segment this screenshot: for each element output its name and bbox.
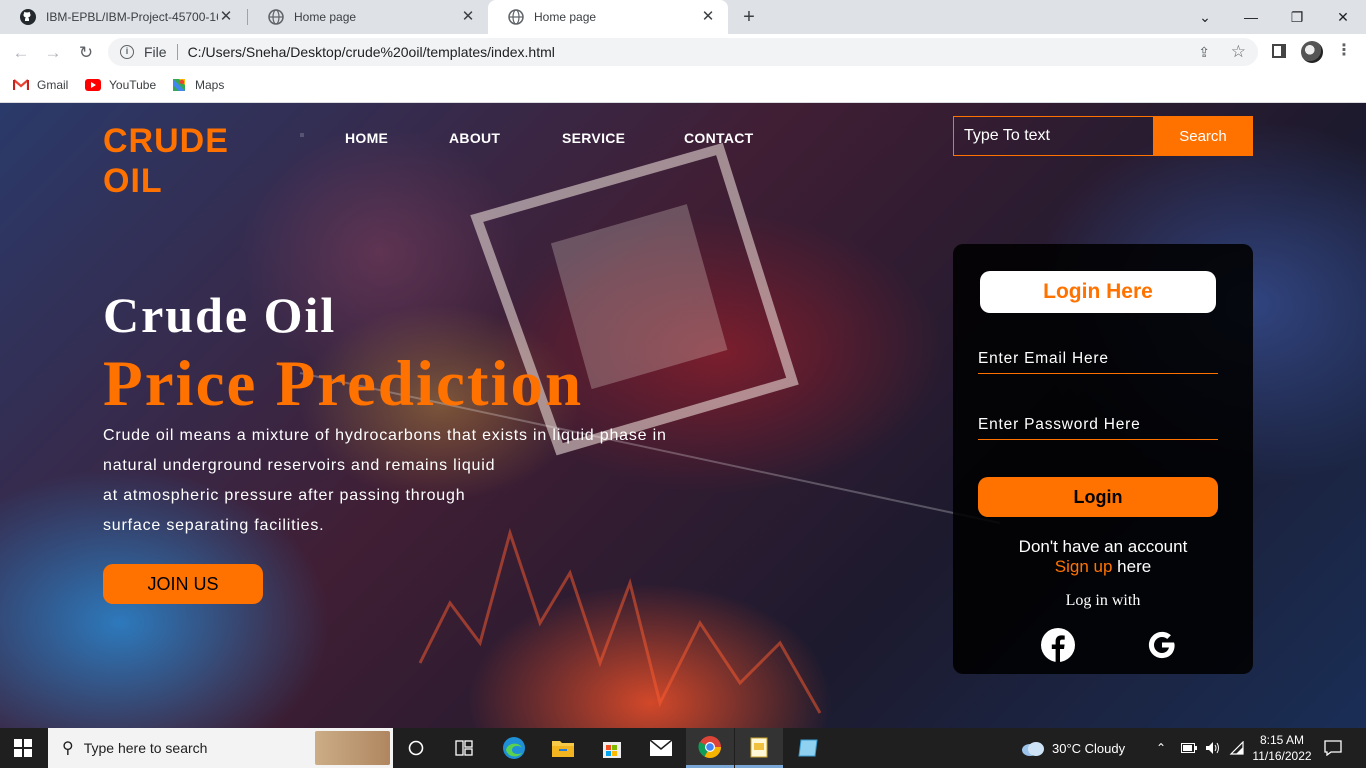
windows-start-icon[interactable] <box>14 739 32 757</box>
taskbar-search-placeholder: Type here to search <box>83 740 208 756</box>
tab-home-page[interactable]: Home page ✕ <box>248 0 488 34</box>
system-clock[interactable]: 8:15 AM 11/16/2022 <box>1248 732 1316 764</box>
signup-suffix: here <box>1112 557 1152 576</box>
wifi-icon[interactable] <box>1229 728 1245 768</box>
new-tab-button[interactable]: + <box>738 6 760 28</box>
hero-paragraph-line: natural underground reservoirs and remai… <box>103 457 496 474</box>
cloud-icon <box>1022 742 1044 756</box>
tab-search-chevron-icon[interactable]: ⌄ <box>1182 0 1228 34</box>
profile-avatar[interactable] <box>1301 41 1323 63</box>
login-heading: Login Here <box>980 271 1216 313</box>
file-explorer-icon[interactable] <box>539 728 587 768</box>
facebook-icon[interactable] <box>1040 627 1076 663</box>
bookmark-label: Gmail <box>37 78 69 92</box>
back-arrow-icon[interactable]: ← <box>8 40 34 66</box>
bookmark-label: Maps <box>195 78 225 92</box>
side-panel-icon[interactable] <box>1272 44 1286 58</box>
share-icon[interactable]: ⇪ <box>1198 44 1210 61</box>
search-button[interactable]: Search <box>1153 116 1253 156</box>
join-us-button[interactable]: JOIN US <box>103 564 263 604</box>
nav-home[interactable]: HOME <box>345 130 388 146</box>
login-form: Login Here Enter Email Here Enter Passwo… <box>953 244 1253 674</box>
edge-icon[interactable] <box>490 728 538 768</box>
bookmark-star-icon[interactable]: ☆ <box>1231 42 1246 62</box>
bookmarks-bar: Gmail YouTube Maps <box>0 71 1366 103</box>
password-placeholder: Enter Password Here <box>978 415 1141 433</box>
email-placeholder: Enter Email Here <box>978 349 1109 367</box>
task-view-icon[interactable] <box>392 728 440 768</box>
forward-arrow-icon[interactable]: → <box>40 40 66 66</box>
gmail-icon <box>13 77 29 93</box>
minimize-icon[interactable]: — <box>1228 0 1274 34</box>
notepad-app-icon[interactable] <box>735 728 783 768</box>
tab-home-page-active[interactable]: Home page ✕ <box>488 0 728 34</box>
hero-paragraph: Crude oil means a mixture of hydrocarbon… <box>103 421 723 541</box>
bookmark-maps[interactable]: Maps <box>171 77 224 93</box>
bookmark-youtube[interactable]: YouTube <box>85 77 156 93</box>
search-input[interactable] <box>953 116 1153 156</box>
volume-icon[interactable] <box>1205 728 1221 768</box>
nav-service[interactable]: SERVICE <box>562 130 625 146</box>
page-viewport: CRUDE OIL HOME ABOUT SERVICE CONTACT Sea… <box>0 103 1366 728</box>
close-tab-icon[interactable]: ✕ <box>218 9 234 25</box>
email-field[interactable]: Enter Email Here <box>978 344 1218 374</box>
signup-link[interactable]: Sign up <box>1055 557 1113 576</box>
signup-prompt: Don't have an account Sign up here <box>953 537 1253 577</box>
browser-tab-bar: IBM-EPBL/IBM-Project-45700-16 ✕ Home pag… <box>0 0 1366 34</box>
widgets-icon[interactable] <box>440 728 488 768</box>
bookmark-label: YouTube <box>109 78 157 92</box>
clock-time: 8:15 AM <box>1259 733 1305 747</box>
menu-kebab-icon[interactable]: ⋮ <box>1336 40 1352 60</box>
taskbar: ⚲ Type here to search 30°C Cloudy ⌃ 8:15… <box>0 728 1366 768</box>
globe-icon <box>508 9 524 25</box>
youtube-icon <box>85 77 101 93</box>
file-label: File <box>144 44 167 60</box>
notifications-icon[interactable] <box>1324 728 1342 768</box>
nav-contact[interactable]: CONTACT <box>684 130 754 146</box>
clock-date: 11/16/2022 <box>1252 749 1312 763</box>
info-icon[interactable]: i <box>120 45 134 59</box>
microsoft-store-icon[interactable] <box>588 728 636 768</box>
password-field[interactable]: Enter Password Here <box>978 410 1218 440</box>
url-text[interactable]: C:/Users/Sneha/Desktop/crude%20oil/templ… <box>188 44 555 60</box>
hero-paragraph-line: Crude oil means a mixture of hydrocarbon… <box>103 427 667 444</box>
tab-title: IBM-EPBL/IBM-Project-45700-16 <box>46 10 218 24</box>
battery-icon[interactable] <box>1181 728 1197 768</box>
divider <box>176 44 178 60</box>
hero-paragraph-line: surface separating facilities. <box>103 517 325 534</box>
github-icon <box>20 9 36 25</box>
search-icon: ⚲ <box>62 740 74 757</box>
globe-icon <box>268 9 284 25</box>
bookmark-gmail[interactable]: Gmail <box>13 77 68 93</box>
restore-icon[interactable]: ❐ <box>1274 0 1320 34</box>
hero-paragraph-line: at atmospheric pressure after passing th… <box>103 487 466 504</box>
google-icon[interactable] <box>1144 627 1180 663</box>
tab-github[interactable]: IBM-EPBL/IBM-Project-45700-16 ✕ <box>0 0 246 34</box>
app-window-icon[interactable] <box>784 728 832 768</box>
reload-icon[interactable]: ↻ <box>73 40 99 66</box>
close-window-icon[interactable]: ✕ <box>1320 0 1366 34</box>
no-account-text: Don't have an account <box>1018 537 1188 556</box>
search-form: Search <box>953 116 1253 156</box>
nav-about[interactable]: ABOUT <box>449 130 500 146</box>
tab-title: Home page <box>294 10 357 24</box>
mail-icon[interactable] <box>637 728 685 768</box>
tab-title: Home page <box>534 10 597 24</box>
hero-title: Crude Oil <box>103 287 337 343</box>
chrome-icon[interactable] <box>686 728 734 768</box>
hero-subtitle: Price Prediction <box>103 348 584 420</box>
weather-widget[interactable]: 30°C Cloudy <box>1020 728 1125 768</box>
maps-icon <box>171 77 187 93</box>
brand-logo[interactable]: CRUDE OIL <box>103 121 263 201</box>
login-button[interactable]: Login <box>978 477 1218 517</box>
close-tab-icon[interactable]: ✕ <box>460 9 476 25</box>
search-highlight-image <box>315 731 390 765</box>
address-bar[interactable]: i File C:/Users/Sneha/Desktop/crude%20oi… <box>108 38 1258 66</box>
weather-text: 30°C Cloudy <box>1052 740 1126 756</box>
hidden-icons-chevron-icon[interactable]: ⌃ <box>1156 728 1166 768</box>
address-toolbar: ← → ↻ i File C:/Users/Sneha/Desktop/crud… <box>0 34 1366 71</box>
login-with-label: Log in with <box>1065 592 1141 609</box>
close-tab-icon[interactable]: ✕ <box>700 9 716 25</box>
